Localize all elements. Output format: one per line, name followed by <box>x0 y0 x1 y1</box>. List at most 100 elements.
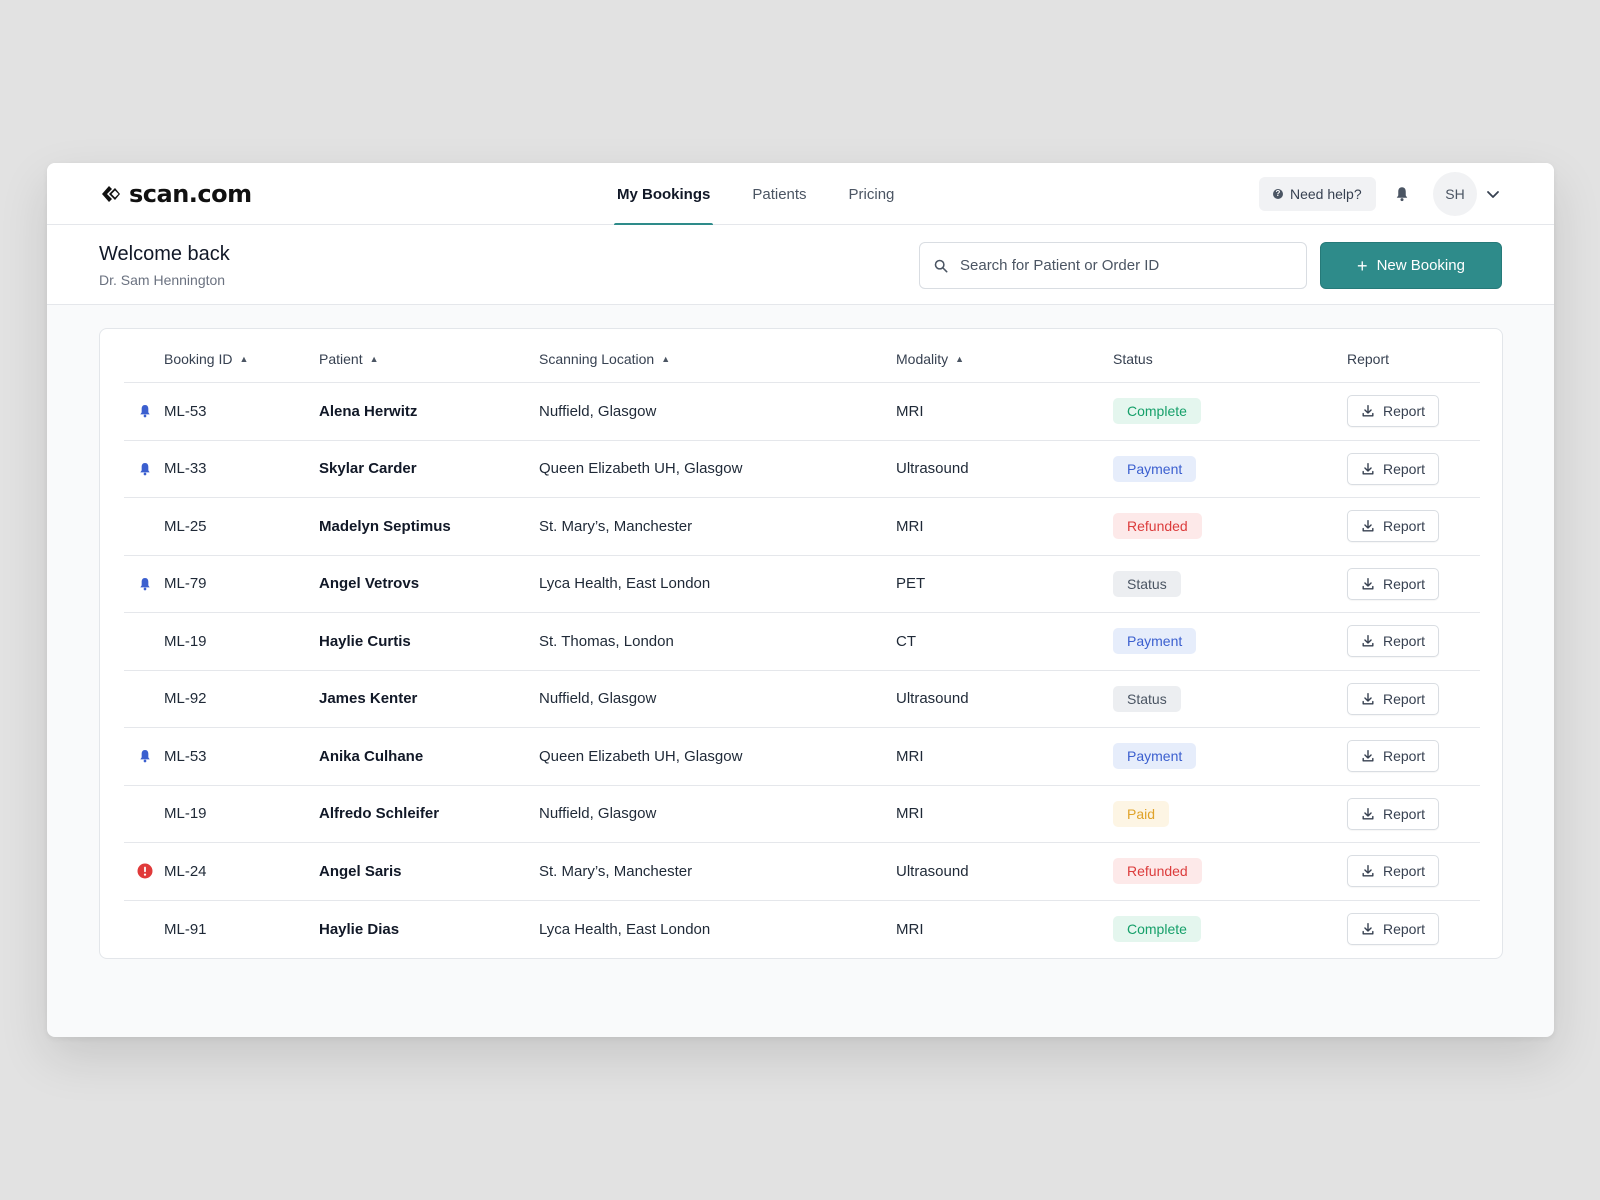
report-button-label: Report <box>1383 403 1426 420</box>
bell-icon <box>140 750 150 763</box>
sort-asc-icon: ▲ <box>955 354 965 364</box>
column-header-booking-id[interactable]: Booking ID ▲ <box>164 351 248 367</box>
sort-asc-icon: ▲ <box>661 354 671 364</box>
patient-name-cell[interactable]: Angel Vetrovs <box>319 556 419 613</box>
modality-cell: MRI <box>896 747 924 765</box>
status-badge: Paid <box>1113 800 1170 827</box>
download-icon <box>1362 462 1374 475</box>
modality-cell: Ultrasound <box>896 690 969 708</box>
report-button-label: Report <box>1383 575 1426 592</box>
modality-cell: MRI <box>896 517 924 535</box>
new-booking-label: New Booking <box>1376 257 1465 274</box>
table-row[interactable]: ML-53 Anika Culhane Queen Elizabeth UH, Gl… <box>124 728 1480 786</box>
status-badge: Complete <box>1113 398 1201 425</box>
download-icon <box>1362 865 1374 877</box>
column-header-modality[interactable]: Modality ▲ <box>896 351 964 367</box>
table-row[interactable]: ML-19 Alfredo Schleifer Nuffield, Glasgow M… <box>124 786 1480 843</box>
page-title: Welcome back <box>99 243 230 265</box>
report-cell: Report <box>1347 613 1440 670</box>
location-cell: St. Mary’s, Manchester <box>539 862 693 880</box>
status-badge: Payment <box>1113 628 1197 655</box>
status-badge: Status <box>1113 570 1181 597</box>
notifications-bell-icon[interactable] <box>1393 185 1411 203</box>
download-icon <box>1362 692 1374 705</box>
location-cell: Nuffield, Glasgow <box>539 690 657 708</box>
search-input[interactable] <box>960 257 1280 274</box>
modality-cell: PET <box>896 575 926 593</box>
brand-logo[interactable]: scan.com <box>99 180 252 208</box>
report-button-label: Report <box>1383 863 1426 880</box>
table-row[interactable]: ML-91 Haylie Dias Lyca Health, East London… <box>124 901 1480 959</box>
user-avatar[interactable]: SH <box>1433 172 1477 216</box>
report-button[interactable]: Report <box>1347 452 1440 485</box>
report-button[interactable]: Report <box>1347 855 1440 888</box>
new-booking-button[interactable]: + New Booking <box>1320 242 1502 289</box>
column-label: Status <box>1113 351 1153 367</box>
patient-name-cell[interactable]: Skylar Carder <box>319 441 417 498</box>
nav-my-bookings[interactable]: My Bookings <box>614 163 714 226</box>
logo-mark-icon <box>102 186 120 202</box>
modality-cell: Ultrasound <box>896 460 969 478</box>
column-header-status: Status <box>1113 351 1153 367</box>
report-button[interactable]: Report <box>1347 682 1440 715</box>
report-cell: Report <box>1347 441 1440 498</box>
report-button-label: Report <box>1383 690 1426 707</box>
patient-name-cell[interactable]: Anika Culhane <box>319 728 423 785</box>
report-button[interactable]: Report <box>1347 797 1440 830</box>
need-help-label: Need help? <box>1290 186 1362 202</box>
patient-name-cell[interactable]: James Kenter <box>319 671 417 728</box>
location-cell: Lyca Health, East London <box>539 920 711 938</box>
table-row[interactable]: ML-92 James Kenter Nuffield, Glasgow Ultras… <box>124 671 1480 728</box>
help-icon: ? <box>1273 189 1283 199</box>
status-cell: Payment <box>1113 441 1197 498</box>
download-icon <box>1362 405 1374 417</box>
status-badge: Status <box>1113 685 1181 712</box>
report-button-label: Report <box>1383 460 1426 477</box>
need-help-button[interactable]: ? Need help? <box>1259 177 1376 211</box>
column-header-location[interactable]: Scanning Location ▲ <box>539 351 670 367</box>
status-badge: Payment <box>1113 455 1197 482</box>
user-name-subtitle: Dr. Sam Hennington <box>99 272 226 288</box>
status-cell: Status <box>1113 556 1181 613</box>
patient-name-cell[interactable]: Haylie Curtis <box>319 613 411 670</box>
bookings-table: Booking ID ▲ Patient ▲ Scanning Location… <box>99 328 1503 959</box>
report-button[interactable]: Report <box>1347 913 1440 946</box>
table-row[interactable]: ML-25 Madelyn Septimus St. Mary’s, Manches… <box>124 498 1480 556</box>
download-icon <box>1362 635 1374 647</box>
patient-name-cell[interactable]: Madelyn Septimus <box>319 498 451 555</box>
status-badge: Complete <box>1113 916 1201 943</box>
location-cell: Queen Elizabeth UH, Glasgow <box>539 747 743 765</box>
plus-icon: + <box>1357 255 1368 276</box>
table-row[interactable]: ML-79 Angel Vetrovs Lyca Health, East Lond… <box>124 556 1480 613</box>
patient-name-cell[interactable]: Alfredo Schleifer <box>319 786 439 843</box>
booking-id-cell: ML-53 <box>164 747 207 765</box>
report-cell: Report <box>1347 786 1440 843</box>
bell-icon <box>140 462 150 476</box>
patient-name-cell[interactable]: Haylie Dias <box>319 901 399 959</box>
report-cell: Report <box>1347 498 1440 555</box>
chevron-down-icon[interactable] <box>1485 186 1501 202</box>
report-button[interactable]: Report <box>1347 510 1440 543</box>
patient-name-cell[interactable]: Alena Herwitz <box>319 383 417 440</box>
table-row[interactable]: ML-33 Skylar Carder Queen Elizabeth UH, Gl… <box>124 441 1480 498</box>
nav-pricing[interactable]: Pricing <box>846 163 898 225</box>
patient-name-cell[interactable]: Angel Saris <box>319 843 402 900</box>
report-cell: Report <box>1347 556 1440 613</box>
table-row[interactable]: ML-19 Haylie Curtis St. Thomas, London CT Pa… <box>124 613 1480 671</box>
modality-cell: Ultrasound <box>896 862 969 880</box>
report-button[interactable]: Report <box>1347 395 1440 428</box>
table-row[interactable]: ML-53 Alena Herwitz Nuffield, Glasgow MRI Co… <box>124 383 1480 441</box>
report-button[interactable]: Report <box>1347 625 1440 658</box>
status-cell: Complete <box>1113 383 1201 440</box>
app-window: scan.com My Bookings Patients Pricing ? … <box>47 163 1554 1037</box>
nav-patients[interactable]: Patients <box>749 163 809 225</box>
column-header-patient[interactable]: Patient ▲ <box>319 351 379 367</box>
download-icon <box>1362 923 1374 935</box>
status-cell: Refunded <box>1113 843 1202 900</box>
search-box[interactable] <box>919 242 1307 289</box>
report-button[interactable]: Report <box>1347 740 1440 773</box>
report-button[interactable]: Report <box>1347 567 1440 600</box>
booking-id-cell: ML-33 <box>164 460 207 478</box>
table-row[interactable]: ML-24 Angel Saris St. Mary’s, Manchester Ul… <box>124 843 1480 901</box>
main-nav: My Bookings Patients Pricing <box>614 163 933 226</box>
